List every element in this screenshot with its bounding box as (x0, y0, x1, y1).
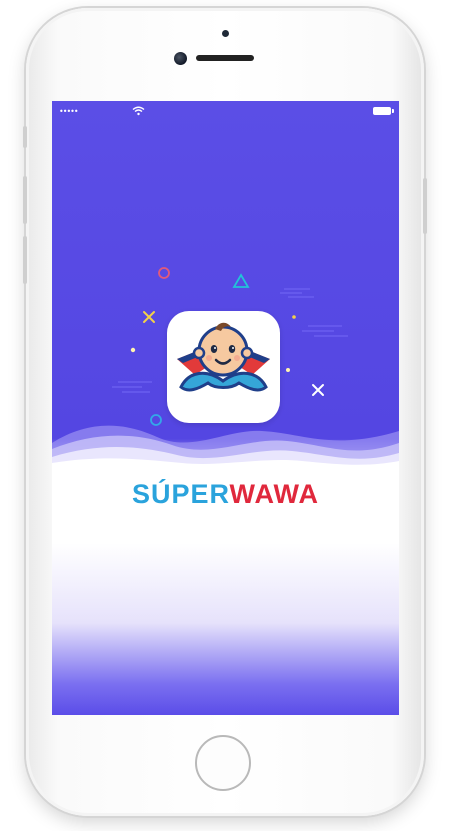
app-icon (167, 311, 280, 423)
brand-logo-part2: WAWA (229, 479, 320, 509)
lines-deco-icon (280, 288, 314, 298)
lines-deco-icon (112, 381, 152, 393)
mockup-stage: ••••• SÚPERWAWA (0, 0, 452, 831)
dot-deco-icon (286, 368, 290, 372)
baby-superhero-icon (177, 322, 270, 392)
signal-strength: ••••• (59, 107, 79, 116)
cross-deco-icon (312, 384, 324, 396)
wifi-icon (132, 106, 145, 116)
brand-logo: SÚPERWAWA (52, 477, 399, 511)
cross-deco-icon (143, 311, 155, 323)
splash-screen: ••••• SÚPERWAWA (52, 101, 399, 715)
brand-logo-part1: SÚPER (131, 479, 230, 509)
dot-deco-icon (130, 347, 136, 353)
mute-switch (23, 126, 27, 148)
circle-deco-icon (158, 267, 170, 279)
battery-icon (373, 107, 394, 115)
status-bar: ••••• (52, 101, 399, 121)
front-camera-icon (174, 52, 187, 65)
triangle-deco-icon (232, 273, 250, 288)
home-button[interactable] (195, 735, 251, 791)
volume-up-button (23, 176, 27, 224)
lines-deco-icon (302, 325, 348, 337)
earpiece-speaker (196, 55, 254, 61)
power-button (423, 178, 427, 234)
volume-down-button (23, 236, 27, 284)
dot-deco-icon (292, 315, 296, 319)
proximity-sensor (222, 30, 229, 37)
